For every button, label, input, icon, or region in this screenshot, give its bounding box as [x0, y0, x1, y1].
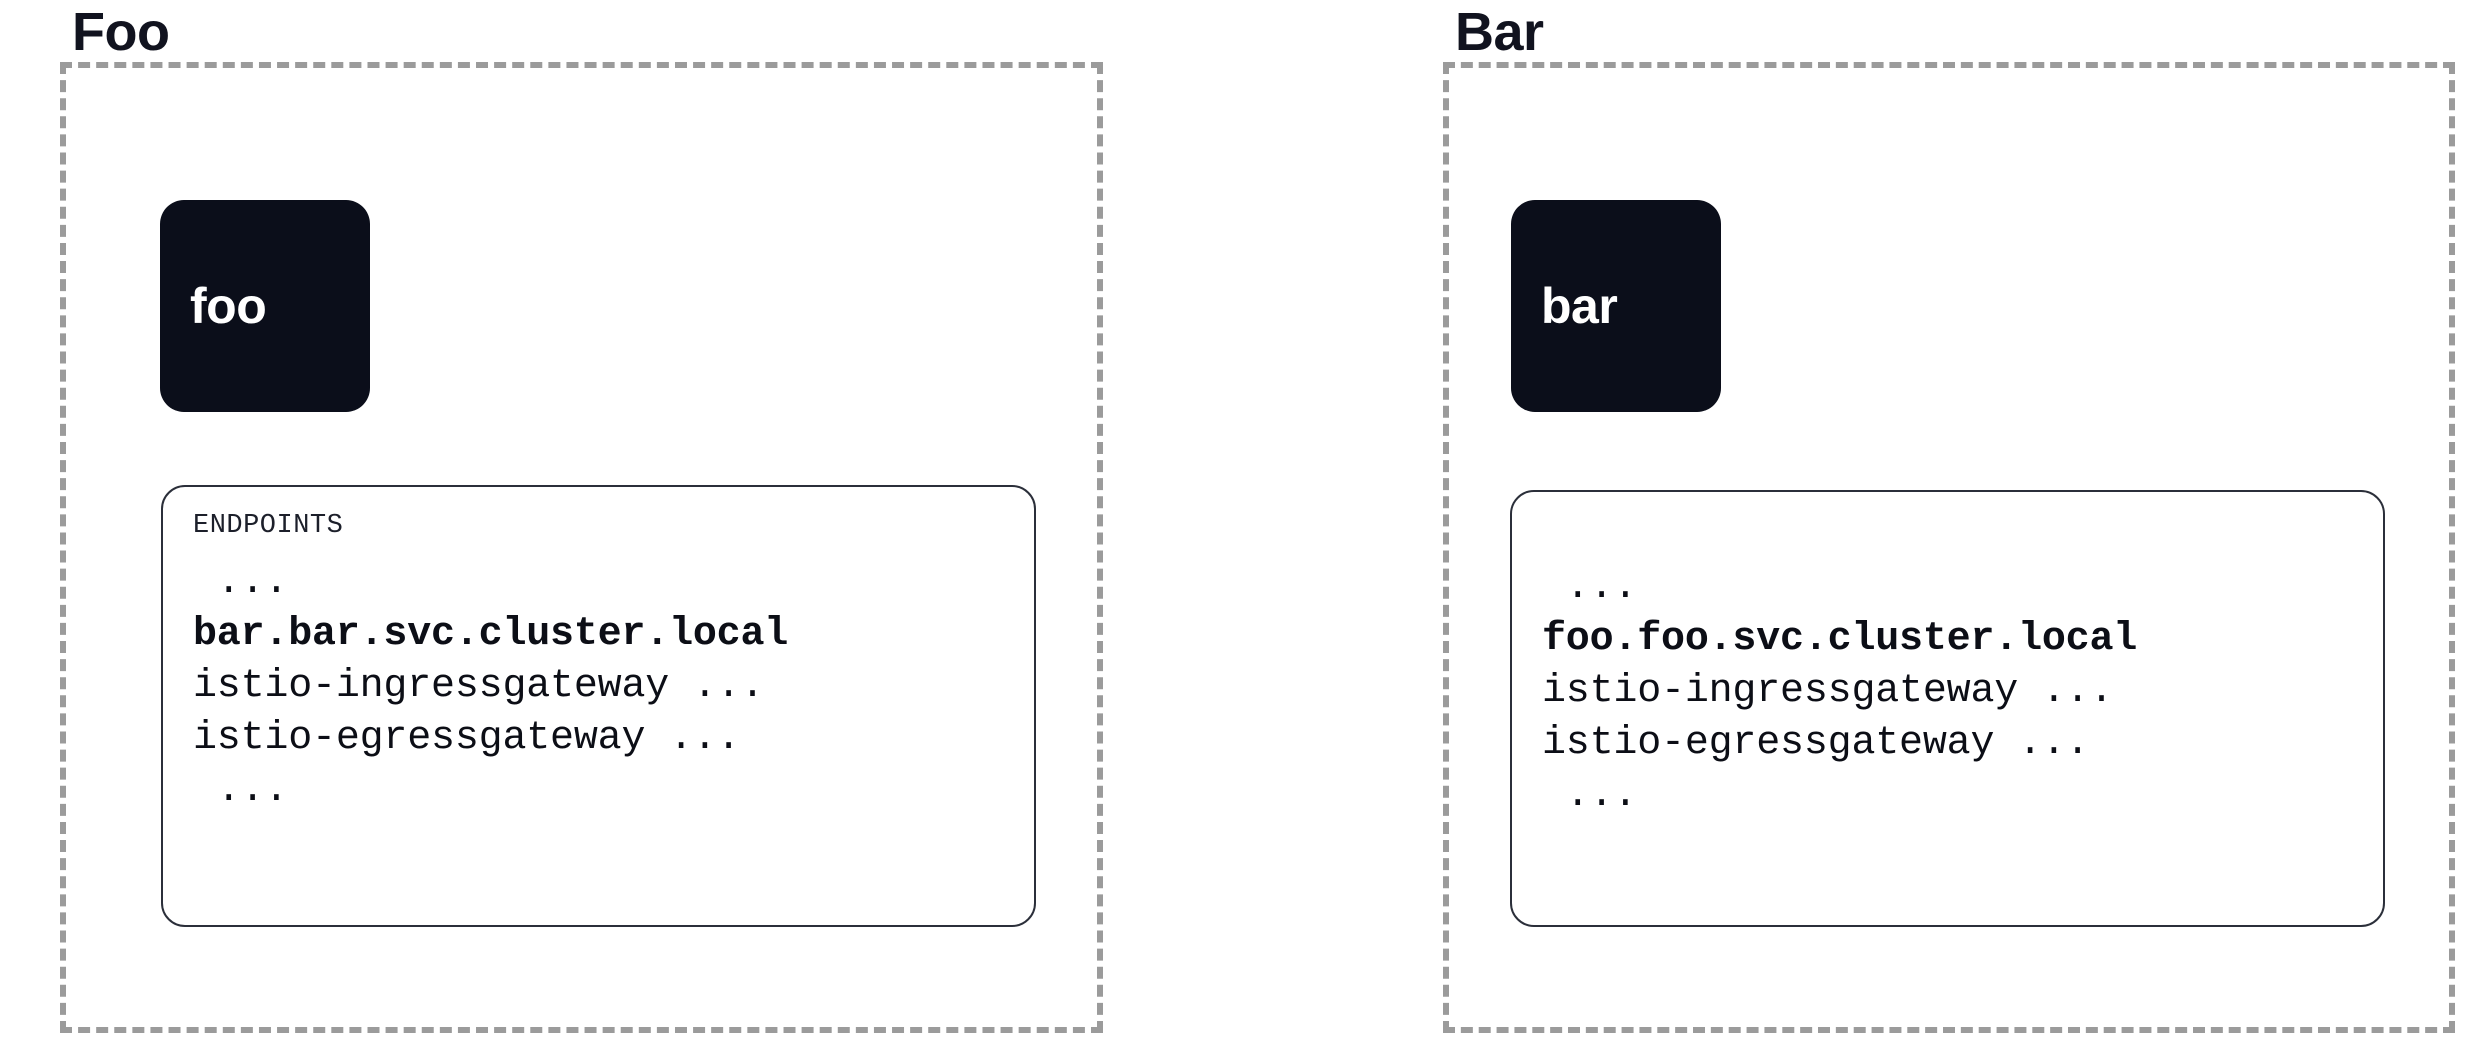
- endpoint-line: istio-egressgateway ...: [1542, 721, 2090, 766]
- endpoint-line: ...: [1542, 773, 1638, 818]
- service-tile-label-bar: bar: [1541, 278, 1618, 334]
- endpoint-line-highlighted: bar.bar.svc.cluster.local: [193, 612, 789, 657]
- endpoints-card-inner-bar: ENDPOINTS ... foo.foo.svc.cluster.local …: [1542, 514, 2371, 822]
- namespace-title-foo: Foo: [72, 2, 170, 62]
- endpoint-line: ...: [1542, 565, 1638, 610]
- diagram-canvas: Foo foo ENDPOINTS ... bar.bar.svc.cluste…: [0, 0, 2474, 1050]
- endpoint-line: ...: [193, 560, 289, 605]
- endpoint-line: istio-ingressgateway ...: [193, 664, 765, 709]
- endpoints-list-foo: ... bar.bar.svc.cluster.local istio-ingr…: [193, 557, 1022, 817]
- endpoints-list-bar: ... foo.foo.svc.cluster.local istio-ingr…: [1542, 562, 2371, 822]
- namespace-group-foo: Foo foo ENDPOINTS ... bar.bar.svc.cluste…: [60, 4, 1103, 1033]
- namespace-group-bar: Bar bar ENDPOINTS ... foo.foo.svc.cluste…: [1443, 4, 2455, 1033]
- endpoints-card-bar: ENDPOINTS ... foo.foo.svc.cluster.local …: [1510, 490, 2385, 927]
- endpoints-card-header-foo: ENDPOINTS: [193, 511, 344, 541]
- endpoint-line: istio-egressgateway ...: [193, 716, 741, 761]
- service-tile-foo[interactable]: foo: [160, 200, 370, 412]
- endpoints-card-foo: ENDPOINTS ... bar.bar.svc.cluster.local …: [161, 485, 1036, 927]
- service-tile-label-foo: foo: [190, 278, 267, 334]
- endpoints-card-inner-foo: ENDPOINTS ... bar.bar.svc.cluster.local …: [193, 509, 1022, 817]
- namespace-title-bar: Bar: [1455, 2, 1544, 62]
- endpoint-line: istio-ingressgateway ...: [1542, 669, 2114, 714]
- endpoint-line-highlighted: foo.foo.svc.cluster.local: [1542, 617, 2138, 662]
- endpoint-line: ...: [193, 768, 289, 813]
- service-tile-bar[interactable]: bar: [1511, 200, 1721, 412]
